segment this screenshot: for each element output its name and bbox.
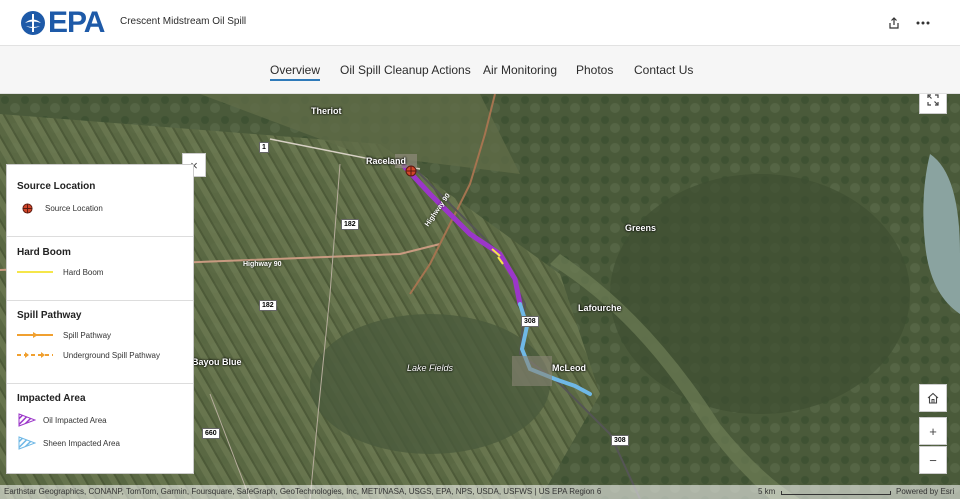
legend-item-label: Oil Impacted Area (43, 415, 107, 425)
legend-section-title: Impacted Area (17, 393, 86, 404)
legend-item: Underground Spill Pathway (7, 347, 160, 363)
legend-item: Hard Boom (7, 264, 103, 280)
map-attribution-bar: Earthstar Geographics, CONANP, TomTom, G… (0, 485, 960, 499)
source-location-marker[interactable] (405, 165, 417, 177)
legend-item: Spill Pathway (7, 327, 111, 343)
app-title: Crescent Midstream Oil Spill (120, 16, 247, 27)
zoom-out-button[interactable]: − (919, 446, 947, 474)
road-shield-1: 1 (259, 142, 269, 153)
legend-item-label: Hard Boom (63, 267, 104, 277)
legend-item-label: Sheen Impacted Area (43, 438, 120, 448)
place-label-greens: Greens (625, 223, 657, 233)
place-label-raceland: Raceland (366, 156, 407, 166)
nav-tab-oil-spill-cleanup-actions[interactable]: Oil Spill Cleanup Actions (340, 63, 471, 77)
blue-hatched-polygon-icon (7, 436, 47, 450)
road-shield-182a: 182 (341, 219, 359, 230)
expand-icon (927, 94, 939, 106)
nav-tab-contact-us[interactable]: Contact Us (634, 63, 693, 77)
epa-flower-icon (21, 11, 45, 35)
legend-item-label: Spill Pathway (63, 330, 112, 340)
scale-bar (781, 491, 891, 495)
legend-item-label: Source Location (45, 203, 103, 213)
legend-section-hard-boom: Hard Boom Hard Boom (7, 237, 193, 301)
orange-dashed-arrow-line-icon (7, 348, 63, 362)
nav-tab-photos[interactable]: Photos (576, 63, 613, 77)
home-button[interactable] (919, 384, 947, 412)
scale-label: 5 km (758, 487, 776, 496)
legend-panel: Source Location Source Location Hard Boo… (6, 164, 194, 474)
road-shield-660: 660 (202, 428, 220, 439)
legend-section-title: Source Location (17, 181, 96, 192)
logo-text: EPA (48, 6, 105, 39)
road-shield-308b: 308 (611, 435, 629, 446)
legend-section-impacted-area: Impacted Area Oil Impacted Area Sheen Im… (7, 384, 193, 474)
more-options-button[interactable] (913, 13, 933, 33)
legend-item: Sheen Impacted Area (7, 435, 120, 451)
app-header: EPA Crescent Midstream Oil Spill (0, 0, 960, 46)
fullscreen-button[interactable] (919, 94, 947, 114)
place-label-bayou-blue: Bayou Blue (192, 357, 242, 367)
share-button[interactable] (884, 13, 904, 33)
place-label-mcleod: McLeod (552, 363, 587, 373)
epa-logo[interactable]: EPA (20, 6, 110, 39)
legend-item: Source Location (7, 200, 103, 216)
legend-item-label: Underground Spill Pathway (63, 350, 160, 360)
legend-section-source-location: Source Location Source Location (7, 165, 193, 237)
legend-section-title: Hard Boom (17, 247, 71, 258)
yellow-line-icon (7, 265, 63, 279)
place-label-lafourche: Lafourche (578, 303, 622, 313)
orange-arrow-line-icon (7, 328, 63, 342)
road-label-highway-90: Highway 90 (243, 261, 282, 268)
nav-tab-air-monitoring[interactable]: Air Monitoring (483, 63, 557, 77)
legend-section-title: Spill Pathway (17, 310, 82, 321)
nav-tab-overview[interactable]: Overview (270, 63, 321, 81)
place-label-theriot: Theriot (311, 106, 342, 116)
powered-by-esri-link[interactable]: Powered by Esri (896, 487, 954, 496)
main-nav: Overview Oil Spill Cleanup Actions Air M… (0, 46, 960, 94)
legend-section-spill-pathway: Spill Pathway Spill Pathway Underground … (7, 301, 193, 384)
zoom-in-button[interactable]: + (919, 417, 947, 445)
road-shield-308a: 308 (521, 316, 539, 327)
more-icon (916, 21, 930, 25)
share-icon (889, 17, 899, 29)
road-shield-182b: 182 (259, 300, 277, 311)
legend-item: Oil Impacted Area (7, 412, 107, 428)
place-label-lake-fields: Lake Fields (407, 363, 454, 373)
purple-hatched-polygon-icon (7, 413, 47, 427)
attribution-text[interactable]: Earthstar Geographics, CONANP, TomTom, G… (4, 487, 601, 496)
home-icon (927, 392, 939, 404)
source-location-icon (7, 201, 47, 215)
